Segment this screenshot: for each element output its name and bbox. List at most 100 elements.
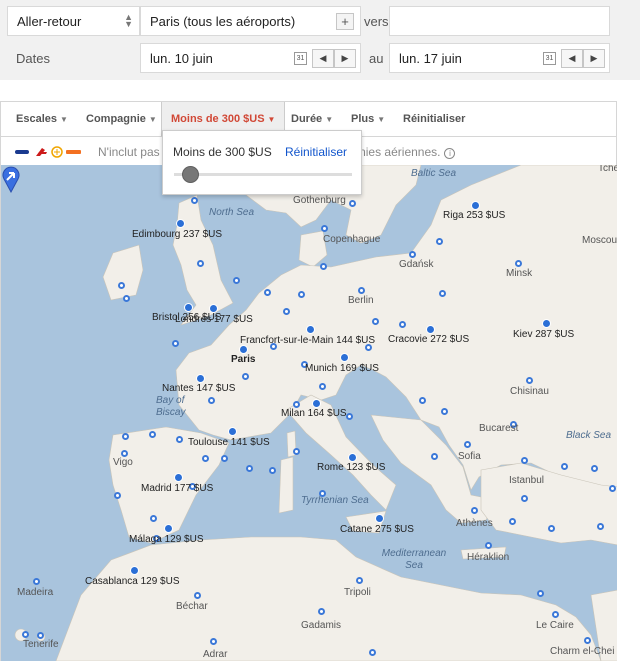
add-origin-button[interactable]: +: [336, 13, 354, 30]
destination-marker[interactable]: [349, 200, 356, 207]
destination-marker[interactable]: [208, 397, 215, 404]
destination-marker[interactable]: [191, 197, 198, 204]
destination-marker[interactable]: [319, 490, 326, 497]
destination-marker[interactable]: [542, 319, 551, 328]
destination-marker[interactable]: [174, 473, 183, 482]
destination-marker[interactable]: [150, 515, 157, 522]
destination-marker[interactable]: [358, 287, 365, 294]
departure-date-field[interactable]: lun. 10 juin 31 ◀ ▶: [140, 43, 361, 73]
trip-type-select[interactable]: Aller-retour ▲ ▼: [7, 6, 140, 36]
destination-marker[interactable]: [591, 465, 598, 472]
map-pin-icon[interactable]: [1, 165, 21, 193]
destination-marker[interactable]: [312, 399, 321, 408]
destination-marker[interactable]: [114, 492, 121, 499]
destination-marker[interactable]: [597, 523, 604, 530]
destination-marker[interactable]: [321, 225, 328, 232]
destination-marker[interactable]: [197, 260, 204, 267]
calendar-icon[interactable]: 31: [294, 52, 307, 65]
destination-marker[interactable]: [176, 436, 183, 443]
destination-marker[interactable]: [441, 408, 448, 415]
destination-marker[interactable]: [233, 277, 240, 284]
destination-marker[interactable]: [537, 590, 544, 597]
destination-marker[interactable]: [509, 518, 516, 525]
destination-marker[interactable]: [485, 542, 492, 549]
destination-marker[interactable]: [369, 649, 376, 656]
destination-marker[interactable]: [184, 303, 193, 312]
destination-marker[interactable]: [306, 325, 315, 334]
destination-marker[interactable]: [283, 308, 290, 315]
destination-marker[interactable]: [196, 374, 205, 383]
destination-marker[interactable]: [123, 295, 130, 302]
destination-marker[interactable]: [246, 465, 253, 472]
calendar-icon[interactable]: 31: [543, 52, 556, 65]
destination-marker[interactable]: [293, 401, 300, 408]
departure-next-button[interactable]: ▶: [334, 49, 356, 68]
price-reset-link[interactable]: Réinitialiser: [285, 145, 347, 159]
dates-label: Dates: [16, 51, 50, 66]
destination-marker[interactable]: [122, 433, 129, 440]
destination-marker[interactable]: [320, 263, 327, 270]
airline-filter[interactable]: Compagnie ▼: [86, 102, 157, 136]
info-icon[interactable]: i: [444, 148, 456, 159]
return-prev-button[interactable]: ◀: [561, 49, 583, 68]
destination-marker[interactable]: [548, 525, 555, 532]
destination-marker[interactable]: [609, 485, 616, 492]
destination-marker[interactable]: [202, 455, 209, 462]
destination-marker[interactable]: [293, 448, 300, 455]
destination-marker[interactable]: [228, 427, 237, 436]
destination-marker[interactable]: [431, 453, 438, 460]
destination-marker[interactable]: [340, 353, 349, 362]
destination-marker[interactable]: [346, 413, 353, 420]
city-price-label: Málaga 129 $US: [129, 534, 204, 545]
destination-marker[interactable]: [269, 467, 276, 474]
destination-marker[interactable]: [584, 637, 591, 644]
destination-marker[interactable]: [471, 507, 478, 514]
destination-marker[interactable]: [33, 578, 40, 585]
destination-marker[interactable]: [409, 251, 416, 258]
destination-marker[interactable]: [515, 260, 522, 267]
destination-marker[interactable]: [298, 291, 305, 298]
destination-marker[interactable]: [22, 631, 29, 638]
destination-marker[interactable]: [436, 238, 443, 245]
destination-marker[interactable]: [242, 373, 249, 380]
destination-marker[interactable]: [471, 201, 480, 210]
destination-marker[interactable]: [118, 282, 125, 289]
destination-marker[interactable]: [561, 463, 568, 470]
destination-marker[interactable]: [552, 611, 559, 618]
destination-marker[interactable]: [439, 290, 446, 297]
destination-marker[interactable]: [149, 431, 156, 438]
destination-marker[interactable]: [37, 632, 44, 639]
departure-prev-button[interactable]: ◀: [312, 49, 334, 68]
destination-marker[interactable]: [194, 592, 201, 599]
destination-marker[interactable]: [172, 340, 179, 347]
destination-marker[interactable]: [176, 219, 185, 228]
return-date-field[interactable]: lun. 17 juin 31 ◀ ▶: [389, 43, 610, 73]
destination-marker[interactable]: [356, 577, 363, 584]
destination-marker[interactable]: [521, 457, 528, 464]
destination-marker[interactable]: [121, 450, 128, 457]
destination-marker[interactable]: [210, 638, 217, 645]
price-slider-handle[interactable]: [181, 166, 199, 183]
destination-marker[interactable]: [521, 495, 528, 502]
origin-input[interactable]: Paris (tous les aéroports) +: [140, 6, 361, 36]
destination-marker[interactable]: [526, 377, 533, 384]
destination-marker[interactable]: [348, 453, 357, 462]
destination-marker[interactable]: [318, 608, 325, 615]
destination-marker[interactable]: [164, 524, 173, 533]
destination-marker[interactable]: [419, 397, 426, 404]
destination-marker[interactable]: [464, 441, 471, 448]
price-slider-track[interactable]: [174, 173, 352, 176]
reset-filters-link[interactable]: Réinitialiser: [403, 102, 465, 136]
destination-map[interactable]: North Sea Baltic Sea Bay of Biscay Black…: [0, 165, 617, 661]
destination-input[interactable]: [389, 6, 610, 36]
stops-filter[interactable]: Escales ▼: [16, 102, 68, 136]
destination-marker[interactable]: [399, 321, 406, 328]
destination-marker[interactable]: [130, 566, 139, 575]
destination-marker[interactable]: [319, 383, 326, 390]
destination-marker[interactable]: [221, 455, 228, 462]
return-next-button[interactable]: ▶: [583, 49, 605, 68]
destination-marker[interactable]: [375, 514, 384, 523]
destination-marker[interactable]: [372, 318, 379, 325]
destination-marker[interactable]: [426, 325, 435, 334]
destination-marker[interactable]: [264, 289, 271, 296]
